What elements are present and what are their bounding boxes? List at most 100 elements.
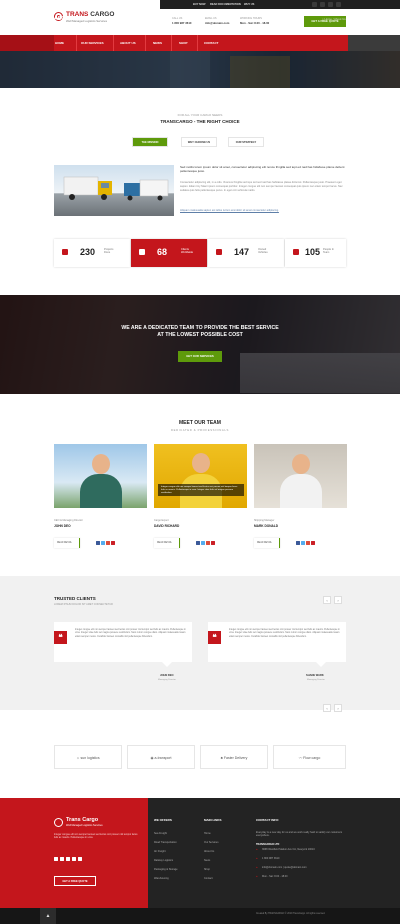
testimonial-text: Integer congue elit non semper laoreet s… [75, 629, 186, 638]
contact-email[interactable]: info@domain.com | quote@domain.com [262, 866, 307, 869]
facebook-icon[interactable] [54, 857, 58, 861]
nav-shop[interactable]: SHOP [179, 41, 188, 45]
offer-link[interactable]: Road Transportation [154, 841, 177, 844]
footer-logo-text[interactable]: Trans Cargo [66, 817, 98, 823]
breadcrumb-home[interactable]: Home [324, 17, 331, 21]
brand-logo[interactable]: ♣ Faster Delivery [200, 745, 268, 769]
speech-pointer [162, 662, 172, 667]
chevron-left-icon[interactable]: ‹ [323, 704, 331, 712]
team-title: MEET OUR TEAM [179, 420, 221, 426]
twitter-icon[interactable] [201, 541, 205, 545]
brand-logo[interactable]: ☼ sun logistics [54, 745, 122, 769]
chevron-left-icon[interactable]: ‹ [323, 596, 331, 604]
breadcrumb: ⌂ Home / About Us [322, 17, 346, 21]
google-plus-icon[interactable] [66, 857, 70, 861]
testimonial-name: JOHN DEO [160, 674, 174, 677]
intro-lead: Sed mollis lorem ipsum dolor sit amet, c… [180, 165, 345, 174]
trucks-image [54, 165, 174, 216]
facebook-icon[interactable] [312, 2, 317, 7]
stat-label: Clients Worldwide [181, 248, 194, 255]
facebook-icon[interactable] [96, 541, 100, 545]
pinterest-icon[interactable] [72, 857, 76, 861]
rss-icon[interactable] [78, 857, 82, 861]
footer-logo-icon[interactable] [54, 818, 63, 827]
get-services-button[interactable]: GET OUR SERVICES [178, 351, 222, 362]
person-icon [293, 249, 299, 255]
facebook-icon[interactable] [196, 541, 200, 545]
photo-body [280, 474, 322, 508]
chevron-right-icon[interactable]: › [334, 596, 342, 604]
read-detail-button[interactable]: READ DETAIL [54, 538, 80, 548]
testimonial-card: ❝ Integer congue elit non semper laoreet… [54, 622, 192, 667]
nav-services[interactable]: OUR SERVICES [81, 41, 104, 45]
pinterest-icon[interactable] [111, 541, 115, 545]
offer-link[interactable]: Warehousing [154, 877, 169, 880]
stat-label: Projects Done [104, 248, 114, 255]
nav-left-block [0, 35, 54, 51]
footer-quote-button[interactable]: GET A FREE QUOTE [54, 876, 96, 886]
tab-mission[interactable]: THE MISSION [132, 137, 168, 147]
offers-heading: WE OFFERS [154, 818, 172, 822]
location-icon: ● [256, 848, 258, 851]
footer-link[interactable]: Contact [204, 877, 213, 880]
pinterest-icon[interactable] [336, 2, 341, 7]
twitter-icon[interactable] [320, 2, 325, 7]
banner-overlay [0, 295, 400, 394]
nav-about[interactable]: ABOUT US [120, 41, 136, 45]
twitter-icon[interactable] [101, 541, 105, 545]
testimonial-card: ❝ Integer congue elit non semper laoreet… [208, 622, 346, 667]
pinterest-icon[interactable] [311, 541, 315, 545]
stat-number: 230 [80, 247, 96, 257]
nav-contact[interactable]: CONTACT [204, 41, 218, 45]
banner-heading: WE ARE A DEDICATED TEAM TO PROVIDE THE B… [121, 325, 279, 338]
footer-logo-subtitle: Well Managed Logistics Services [66, 824, 103, 827]
stat-clients: 68 Clients Worldwide [131, 239, 207, 267]
twitter-icon[interactable] [60, 857, 64, 861]
intro-pretitle: FOR ALL YOUR CARGO NEEDS [177, 113, 223, 117]
nav-divider [76, 35, 77, 51]
offer-link[interactable]: Air Freight [154, 850, 166, 853]
offer-link[interactable]: Packaging & Storage [154, 868, 178, 871]
google-plus-icon[interactable] [206, 541, 210, 545]
brand-logo[interactable]: ◉ a-transport [127, 745, 195, 769]
offer-link[interactable]: Sea Freight [154, 832, 167, 835]
contact-heading: CONTACT INFO [256, 818, 279, 822]
footer-link[interactable]: News [204, 859, 210, 862]
offer-link[interactable]: Railway Logistics [154, 859, 173, 862]
nav-divider [113, 35, 114, 51]
footer-link[interactable]: Our Services [204, 841, 218, 844]
photo-face [292, 454, 310, 474]
nav-home[interactable]: HOME [55, 41, 64, 45]
buy-now-link[interactable]: BUY NOW [193, 3, 206, 6]
page-title: ABOUT US [54, 16, 81, 22]
footer-bottom-bar [0, 908, 400, 924]
footer-link[interactable]: Home [204, 832, 211, 835]
call-info: CALL US 1 800 987 3610 [172, 17, 192, 25]
back-to-top-icon[interactable]: ▲ [40, 908, 56, 924]
twitter-icon[interactable] [301, 541, 305, 545]
footer-link[interactable]: About Us [204, 850, 214, 853]
pinterest-icon[interactable] [211, 541, 215, 545]
stat-number: 105 [305, 247, 321, 257]
member-photo-mark [254, 444, 347, 508]
read-detail-button[interactable]: READ DETAIL [154, 538, 180, 548]
why-us-link[interactable]: WHY US [244, 3, 254, 6]
testimonial-text: Integer congue elit non semper laoreet s… [229, 629, 340, 638]
google-plus-icon[interactable] [106, 541, 110, 545]
footer-link[interactable]: Shop [204, 868, 210, 871]
stat-label: Owned Vehicles [258, 248, 268, 255]
member-name: DAVID RICHARD [154, 524, 180, 528]
chevron-right-icon[interactable]: › [334, 704, 342, 712]
facebook-icon[interactable] [296, 541, 300, 545]
google-plus-icon[interactable] [328, 2, 333, 7]
member-photo-john [54, 444, 147, 508]
nav-news[interactable]: NEWS [153, 41, 162, 45]
tab-strategy[interactable]: OUR STRATEGY [228, 137, 264, 147]
read-detail-button[interactable]: READ DETAIL [254, 538, 280, 548]
documentation-link[interactable]: READ DOCUMENTATION [210, 3, 241, 6]
intro-link-text[interactable]: Aliquam malesuada sapien est tellus rutr… [180, 209, 346, 213]
tab-why-choose[interactable]: WHY CHOOSE US [181, 137, 217, 147]
brand-logo[interactable]: 〰 Flow cargo [273, 745, 346, 769]
team-subtitle: DEDICATED & PROFESSIONALS [171, 428, 229, 432]
google-plus-icon[interactable] [306, 541, 310, 545]
